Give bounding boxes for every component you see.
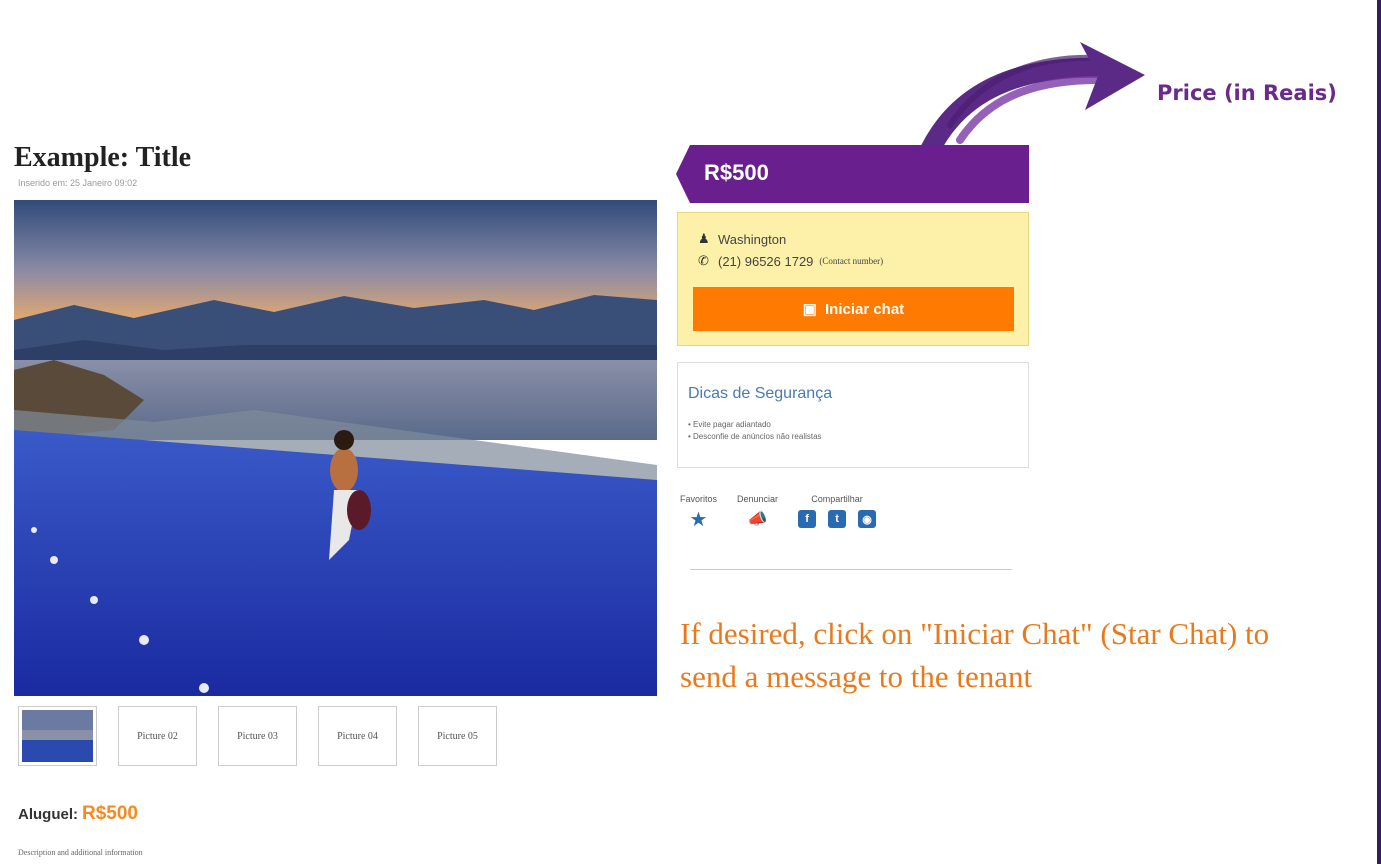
megaphone-icon[interactable]: 📣 bbox=[748, 510, 768, 530]
thumbnail-5[interactable]: Picture 05 bbox=[418, 706, 497, 766]
security-tip: • Desconfie de anúncios não realistas bbox=[688, 432, 822, 441]
contact-name: Washington bbox=[718, 231, 787, 247]
thumbnail-strip: Picture 02 Picture 03 Picture 04 Picture… bbox=[18, 706, 497, 766]
posted-date: Inserido em: 25 Janeiro 09:02 bbox=[18, 178, 138, 188]
security-title: Dicas de Segurança bbox=[688, 385, 833, 402]
arrow-brush-icon bbox=[920, 20, 1150, 160]
rent-line: Aluguel: R$500 bbox=[18, 803, 138, 825]
contact-phone-row: ✆ (21) 96526 1729 (Contact number) bbox=[698, 253, 883, 269]
favorite-action[interactable]: Favoritos ★ bbox=[680, 494, 717, 530]
security-list: • Evite pagar adiantado • Desconfie de a… bbox=[688, 419, 822, 443]
security-tips-box: Dicas de Segurança • Evite pagar adianta… bbox=[677, 362, 1029, 468]
chat-icon: ▣ bbox=[802, 301, 817, 318]
start-chat-button[interactable]: ▣ Iniciar chat bbox=[693, 287, 1014, 331]
rent-label: Aluguel: bbox=[18, 806, 78, 823]
main-photo[interactable] bbox=[14, 200, 657, 696]
divider bbox=[690, 569, 1012, 570]
description: Description and additional information bbox=[18, 848, 143, 857]
share-icon[interactable]: ◉ bbox=[858, 510, 877, 528]
price-banner: R$500 bbox=[676, 145, 1029, 203]
share-action: Compartilhar f t ◉ bbox=[798, 494, 877, 530]
security-tip: • Evite pagar adiantado bbox=[688, 420, 771, 429]
share-label: Compartilhar bbox=[811, 494, 863, 504]
thumbnail-4[interactable]: Picture 04 bbox=[318, 706, 397, 766]
action-bar: Favoritos ★ Denunciar 📣 Compartilhar f t… bbox=[680, 494, 896, 530]
instruction-text: If desired, click on "Iniciar Chat" (Sta… bbox=[680, 616, 1270, 694]
favorite-label: Favoritos bbox=[680, 494, 718, 504]
contact-box: ♟ Washington ✆ (21) 96526 1729 (Contact … bbox=[677, 212, 1029, 346]
user-icon: ♟ bbox=[698, 231, 710, 246]
start-chat-label: Iniciar chat bbox=[824, 300, 905, 318]
report-label: Denunciar bbox=[737, 494, 779, 504]
thumbnail-3[interactable]: Picture 03 bbox=[218, 706, 297, 766]
price-value: R$500 bbox=[704, 160, 769, 185]
star-icon[interactable]: ★ bbox=[690, 510, 708, 530]
listing-title: Example: Title bbox=[14, 142, 192, 173]
thumbnail-1[interactable] bbox=[18, 706, 97, 766]
rent-value: R$500 bbox=[82, 803, 138, 824]
contact-note: (Contact number) bbox=[819, 256, 884, 266]
twitter-icon[interactable]: t bbox=[828, 510, 847, 528]
contact-name-row: ♟ Washington bbox=[698, 231, 786, 247]
price-annotation-label: Price (in Reais) bbox=[1157, 81, 1337, 105]
report-action[interactable]: Denunciar 📣 bbox=[737, 494, 778, 530]
phone-icon: ✆ bbox=[698, 253, 709, 268]
thumbnail-2[interactable]: Picture 02 bbox=[118, 706, 197, 766]
right-border bbox=[1377, 0, 1381, 864]
contact-phone: (21) 96526 1729 bbox=[718, 253, 814, 269]
facebook-icon[interactable]: f bbox=[798, 510, 817, 528]
